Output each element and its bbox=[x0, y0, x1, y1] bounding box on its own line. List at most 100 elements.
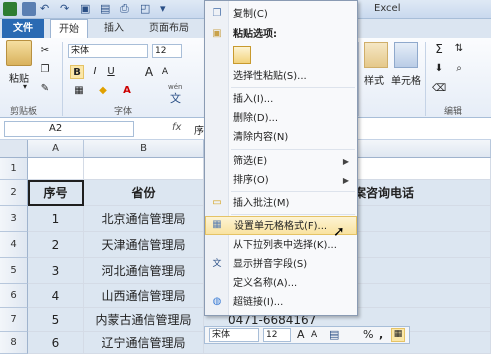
context-menu: ❐ 复制(C) ▣ 粘贴选项: 选择性粘贴(S)... 插入(I)... 删除(… bbox=[204, 0, 358, 316]
italic-button[interactable]: I bbox=[88, 65, 102, 79]
mini-font-name[interactable]: 宋体 bbox=[209, 328, 259, 342]
select-all-corner[interactable] bbox=[0, 140, 28, 158]
new-file-icon[interactable]: ▣ bbox=[80, 2, 90, 15]
bold-button[interactable]: B bbox=[70, 65, 84, 79]
name-box[interactable]: A2 bbox=[4, 121, 134, 137]
borders-icon[interactable]: ▦ bbox=[72, 84, 86, 98]
menu-item-delete[interactable]: 删除(D)... bbox=[205, 109, 357, 128]
autosum-icon[interactable]: Σ bbox=[432, 42, 446, 56]
menu-item-sort-label: 排序(O) bbox=[233, 175, 269, 186]
menu-item-insert[interactable]: 插入(I)... bbox=[205, 90, 357, 109]
paste-icon[interactable] bbox=[6, 40, 32, 66]
row-header[interactable]: 3 bbox=[0, 206, 28, 232]
cell-a[interactable]: 1 bbox=[28, 206, 84, 232]
mini-grow-font-icon[interactable]: A bbox=[297, 328, 305, 341]
menu-separator bbox=[231, 149, 355, 150]
menu-separator bbox=[231, 191, 355, 192]
cell-b[interactable]: 河北通信管理局 bbox=[84, 258, 204, 284]
clear-icon[interactable]: ⌫ bbox=[432, 82, 446, 96]
cell-a[interactable]: 5 bbox=[28, 308, 84, 332]
styles-icon[interactable] bbox=[364, 42, 388, 68]
cell-b[interactable]: 内蒙古通信管理局 bbox=[84, 308, 204, 332]
cell-b[interactable] bbox=[84, 158, 204, 180]
paste-dropdown-icon[interactable]: ▾ bbox=[23, 82, 27, 91]
editing-group-label: 编辑 bbox=[444, 107, 463, 117]
font-group-label: 字体 bbox=[114, 107, 133, 117]
mini-font-size[interactable]: 12 bbox=[263, 328, 291, 342]
mini-toolbar: 宋体 12 A A ▤ % , ▦ bbox=[204, 326, 410, 344]
menu-item-copy[interactable]: 复制(C) bbox=[205, 5, 357, 24]
menu-item-hyperlink[interactable]: 超链接(I)... bbox=[205, 293, 357, 312]
cell-b[interactable]: 山西通信管理局 bbox=[84, 284, 204, 308]
undo-icon[interactable]: ↶ bbox=[40, 2, 49, 15]
cell-b[interactable]: 省份 bbox=[84, 180, 204, 206]
font-name-box[interactable]: 宋体 bbox=[68, 44, 148, 58]
copy-icon[interactable]: ❐ bbox=[38, 63, 52, 77]
tab-file[interactable]: 文件 bbox=[2, 19, 44, 38]
phonetic-button[interactable]: 文 bbox=[170, 90, 181, 106]
formula-input[interactable]: 序 bbox=[194, 122, 204, 137]
format-painter-icon[interactable]: ✎ bbox=[38, 82, 52, 96]
menu-separator bbox=[231, 87, 355, 88]
cell-a[interactable]: 3 bbox=[28, 258, 84, 284]
customize-qa-icon[interactable]: ▾ bbox=[160, 2, 166, 15]
mini-comma-button[interactable]: , bbox=[379, 328, 383, 341]
menu-item-insert-comment[interactable]: 插入批注(M) bbox=[205, 194, 357, 213]
grow-font-button[interactable]: A bbox=[142, 65, 156, 79]
menu-item-paste-special[interactable]: 选择性粘贴(S)... bbox=[205, 67, 357, 86]
mini-shrink-font-icon[interactable]: A bbox=[311, 330, 317, 340]
cells-icon[interactable] bbox=[394, 42, 418, 68]
row-header[interactable]: 5 bbox=[0, 258, 28, 284]
styles-label[interactable]: 样式 bbox=[364, 72, 384, 87]
row-header[interactable]: 4 bbox=[0, 232, 28, 258]
cells-label[interactable]: 单元格 bbox=[391, 72, 421, 87]
excel-logo-icon bbox=[3, 2, 17, 16]
mini-currency-icon[interactable]: ▤ bbox=[329, 328, 339, 341]
cell-a[interactable]: 6 bbox=[28, 332, 84, 354]
row-header[interactable]: 8 bbox=[0, 332, 28, 354]
row-header[interactable]: 1 bbox=[0, 158, 28, 180]
row-header[interactable]: 6 bbox=[0, 284, 28, 308]
cell-b[interactable]: 天津通信管理局 bbox=[84, 232, 204, 258]
cut-icon[interactable]: ✂ bbox=[38, 44, 52, 58]
paste-option-icon[interactable] bbox=[233, 46, 251, 64]
fx-icon[interactable]: fx bbox=[172, 122, 181, 133]
menu-item-define-name[interactable]: 定义名称(A)... bbox=[205, 274, 357, 293]
find-icon[interactable]: ⌕ bbox=[452, 62, 466, 76]
menu-item-sort[interactable]: 排序(O) ▶ bbox=[205, 171, 357, 190]
redo-icon[interactable]: ↷ bbox=[60, 2, 69, 15]
menu-item-clear[interactable]: 清除内容(N) bbox=[205, 128, 357, 147]
save-icon[interactable] bbox=[22, 2, 36, 16]
cell-a[interactable]: 2 bbox=[28, 232, 84, 258]
print-icon[interactable]: ⎙ bbox=[120, 2, 129, 16]
submenu-arrow-icon: ▶ bbox=[342, 157, 349, 166]
cell-b[interactable]: 辽宁通信管理局 bbox=[84, 332, 204, 354]
mini-format-icon[interactable]: ▦ bbox=[391, 328, 405, 342]
underline-button[interactable]: U bbox=[104, 65, 118, 79]
tab-home[interactable]: 开始 bbox=[50, 19, 88, 39]
open-folder-icon[interactable]: ▤ bbox=[100, 2, 110, 15]
row-header[interactable]: 2 bbox=[0, 180, 28, 206]
shrink-font-button[interactable]: A bbox=[158, 65, 172, 79]
ribbon-separator bbox=[62, 42, 63, 116]
tab-page-layout[interactable]: 页面布局 bbox=[138, 19, 200, 38]
column-header-a[interactable]: A bbox=[28, 140, 84, 158]
font-size-box[interactable]: 12 bbox=[152, 44, 182, 58]
column-header-b[interactable]: B bbox=[84, 140, 204, 158]
tab-insert[interactable]: 插入 bbox=[96, 19, 132, 38]
menu-item-filter-label: 筛选(E) bbox=[233, 156, 268, 167]
fill-icon[interactable]: ⬇ bbox=[432, 62, 446, 76]
cell-a[interactable]: 4 bbox=[28, 284, 84, 308]
font-color-button[interactable]: A bbox=[120, 84, 134, 98]
cell-a[interactable] bbox=[28, 158, 84, 180]
mini-percent-button[interactable]: % bbox=[363, 328, 373, 341]
sort-filter-icon[interactable]: ⇅ bbox=[452, 42, 466, 56]
row-header[interactable]: 7 bbox=[0, 308, 28, 332]
preview-icon[interactable]: ◰ bbox=[140, 2, 150, 15]
menu-item-filter[interactable]: 筛选(E) ▶ bbox=[205, 152, 357, 171]
menu-item-phonetic[interactable]: 显示拼音字段(S) bbox=[205, 255, 357, 274]
ribbon-separator bbox=[358, 42, 359, 116]
cell-b[interactable]: 北京通信管理局 bbox=[84, 206, 204, 232]
fill-color-icon[interactable]: ◆ bbox=[96, 84, 110, 98]
cell-a[interactable]: 序号 bbox=[28, 180, 84, 206]
